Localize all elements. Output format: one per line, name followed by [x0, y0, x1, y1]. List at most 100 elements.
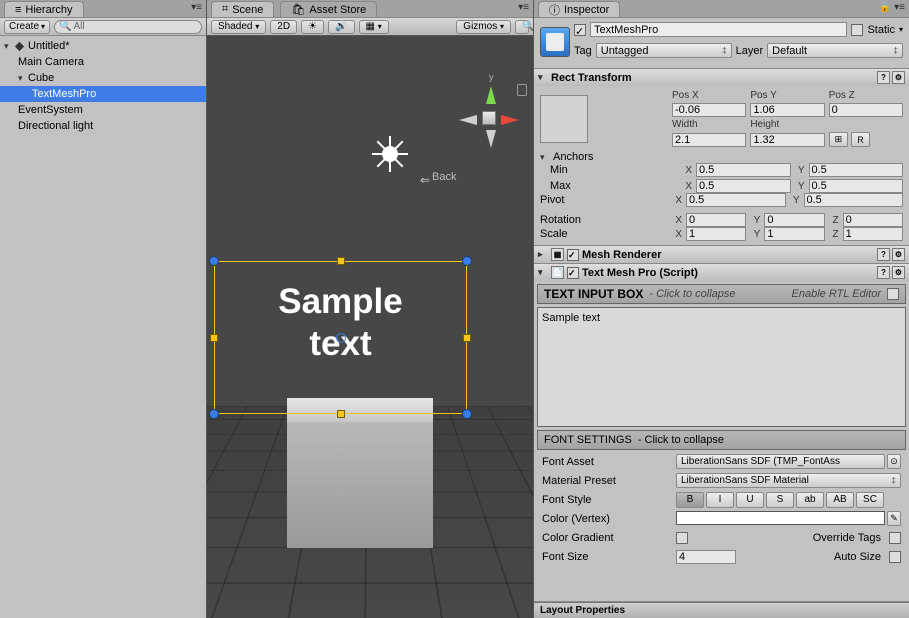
- anchor-preset-button[interactable]: [540, 95, 588, 143]
- uppercase-button[interactable]: AB: [826, 492, 854, 508]
- underline-button[interactable]: U: [736, 492, 764, 508]
- blueprint-button[interactable]: ⊞: [829, 132, 849, 147]
- color-swatch[interactable]: [676, 511, 885, 525]
- tree-item[interactable]: ▾Cube: [0, 70, 206, 86]
- resize-handle[interactable]: [463, 334, 471, 342]
- rtl-checkbox[interactable]: [887, 288, 899, 300]
- layer-dropdown[interactable]: Default‡: [767, 43, 903, 58]
- anchor-miny-input[interactable]: [809, 163, 904, 177]
- strike-button[interactable]: S: [766, 492, 794, 508]
- scene-search[interactable]: 🔍: [515, 20, 529, 34]
- fold-icon[interactable]: ▾: [4, 41, 14, 52]
- audio-toggle[interactable]: 🔊: [328, 20, 354, 34]
- color-gradient-checkbox[interactable]: [676, 532, 688, 544]
- pivot-x-input[interactable]: [686, 193, 786, 207]
- fold-icon[interactable]: ▾: [18, 73, 28, 84]
- tree-item[interactable]: Main Camera: [0, 54, 206, 70]
- fold-icon[interactable]: ▾: [538, 72, 548, 83]
- caret-down-icon[interactable]: ▾: [899, 25, 903, 34]
- font-settings-header[interactable]: FONT SETTINGS - Click to collapse: [537, 430, 906, 450]
- light-gizmo[interactable]: [372, 136, 408, 172]
- posz-input[interactable]: [829, 103, 903, 117]
- panel-menu-icon[interactable]: ▾≡: [191, 2, 202, 13]
- tree-item[interactable]: Directional light: [0, 118, 206, 134]
- active-checkbox[interactable]: ✓: [574, 24, 586, 36]
- fold-icon[interactable]: ▸: [538, 249, 548, 260]
- scale-x-input[interactable]: [686, 227, 746, 241]
- gear-icon[interactable]: ⚙: [892, 266, 905, 279]
- corner-handle[interactable]: [462, 409, 472, 419]
- corner-handle[interactable]: [209, 409, 219, 419]
- pivot-y-input[interactable]: [804, 193, 904, 207]
- shading-dropdown[interactable]: Shaded ▾: [211, 20, 266, 34]
- help-icon[interactable]: ?: [877, 266, 890, 279]
- gizmo-neg-x[interactable]: [459, 115, 477, 125]
- gizmo-neg-y[interactable]: [486, 130, 496, 148]
- resize-handle[interactable]: [337, 410, 345, 418]
- mesh-renderer-header[interactable]: ▸ ▦ ✓ Mesh Renderer ?⚙: [534, 246, 909, 263]
- posx-input[interactable]: [672, 103, 746, 117]
- scale-y-input[interactable]: [764, 227, 824, 241]
- rect-transform-header[interactable]: ▾ Rect Transform ?⚙: [534, 69, 909, 86]
- gizmos-dropdown[interactable]: Gizmos ▾: [456, 20, 511, 34]
- smallcaps-button[interactable]: SC: [856, 492, 884, 508]
- width-input[interactable]: [672, 133, 746, 147]
- hierarchy-tab[interactable]: ≡ Hierarchy: [4, 1, 84, 17]
- italic-button[interactable]: I: [706, 492, 734, 508]
- material-preset-dropdown[interactable]: LiberationSans SDF Material‡: [676, 473, 901, 488]
- fold-icon[interactable]: ▾: [540, 152, 550, 163]
- lighting-toggle[interactable]: ☀: [301, 20, 324, 34]
- panel-menu-icon[interactable]: 🔒 ▾≡: [879, 2, 905, 13]
- tmp-header[interactable]: ▾ 📄 ✓ Text Mesh Pro (Script) ?⚙: [534, 264, 909, 281]
- lowercase-button[interactable]: ab: [796, 492, 824, 508]
- rot-x-input[interactable]: [686, 213, 746, 227]
- resize-handle[interactable]: [210, 334, 218, 342]
- rot-y-input[interactable]: [764, 213, 824, 227]
- anchor-maxx-input[interactable]: [696, 179, 791, 193]
- gizmo-y-axis[interactable]: [486, 86, 496, 104]
- rot-z-input[interactable]: [843, 213, 903, 227]
- object-picker-button[interactable]: ⊙: [887, 454, 901, 469]
- auto-size-checkbox[interactable]: [889, 551, 901, 563]
- panel-menu-icon[interactable]: ▾≡: [518, 2, 529, 13]
- fold-icon[interactable]: ▾: [538, 267, 548, 278]
- hierarchy-search[interactable]: 🔍 All: [54, 20, 202, 34]
- corner-handle[interactable]: [209, 256, 219, 266]
- rect-selection[interactable]: [214, 261, 467, 414]
- gameobject-name-input[interactable]: [590, 22, 847, 37]
- scene-tab[interactable]: ⌗ Scene: [211, 1, 274, 17]
- gizmo-x-axis[interactable]: [501, 115, 519, 125]
- corner-handle[interactable]: [462, 256, 472, 266]
- fx-dropdown[interactable]: ▦ ▾: [359, 20, 389, 34]
- pivot-handle[interactable]: [336, 333, 346, 343]
- 2d-toggle[interactable]: 2D: [270, 20, 297, 34]
- inspector-tab[interactable]: ⓘ Inspector: [538, 1, 620, 17]
- tag-dropdown[interactable]: Untagged‡: [596, 43, 732, 58]
- gameobject-icon[interactable]: [540, 27, 570, 57]
- scene-view[interactable]: ⇐ Back Sampletext: [207, 36, 533, 618]
- posy-input[interactable]: [750, 103, 824, 117]
- layout-properties-footer[interactable]: Layout Properties: [534, 602, 909, 618]
- text-input-box-header[interactable]: TEXT INPUT BOX - Click to collapse Enabl…: [537, 284, 906, 304]
- help-icon[interactable]: ?: [877, 248, 890, 261]
- anchor-maxy-input[interactable]: [809, 179, 904, 193]
- help-icon[interactable]: ?: [877, 71, 890, 84]
- override-tags-checkbox[interactable]: [889, 532, 901, 544]
- height-input[interactable]: [750, 133, 824, 147]
- scene-root[interactable]: ▾ Untitled*: [0, 38, 206, 54]
- orientation-gizmo[interactable]: [453, 82, 523, 152]
- resize-handle[interactable]: [337, 257, 345, 265]
- static-checkbox[interactable]: [851, 24, 863, 36]
- gizmo-cube[interactable]: [482, 111, 496, 125]
- cube-mesh[interactable]: [287, 422, 433, 548]
- font-asset-field[interactable]: LiberationSans SDF (TMP_FontAss: [676, 454, 885, 469]
- font-size-input[interactable]: [676, 550, 736, 564]
- create-button[interactable]: Create ▾: [4, 20, 50, 34]
- anchor-minx-input[interactable]: [696, 163, 791, 177]
- raw-edit-button[interactable]: R: [851, 132, 870, 147]
- component-enabled-checkbox[interactable]: ✓: [567, 267, 579, 279]
- gear-icon[interactable]: ⚙: [892, 248, 905, 261]
- component-enabled-checkbox[interactable]: ✓: [567, 249, 579, 261]
- eyedropper-button[interactable]: ✎: [887, 511, 901, 526]
- text-input-area[interactable]: Sample text: [537, 307, 906, 427]
